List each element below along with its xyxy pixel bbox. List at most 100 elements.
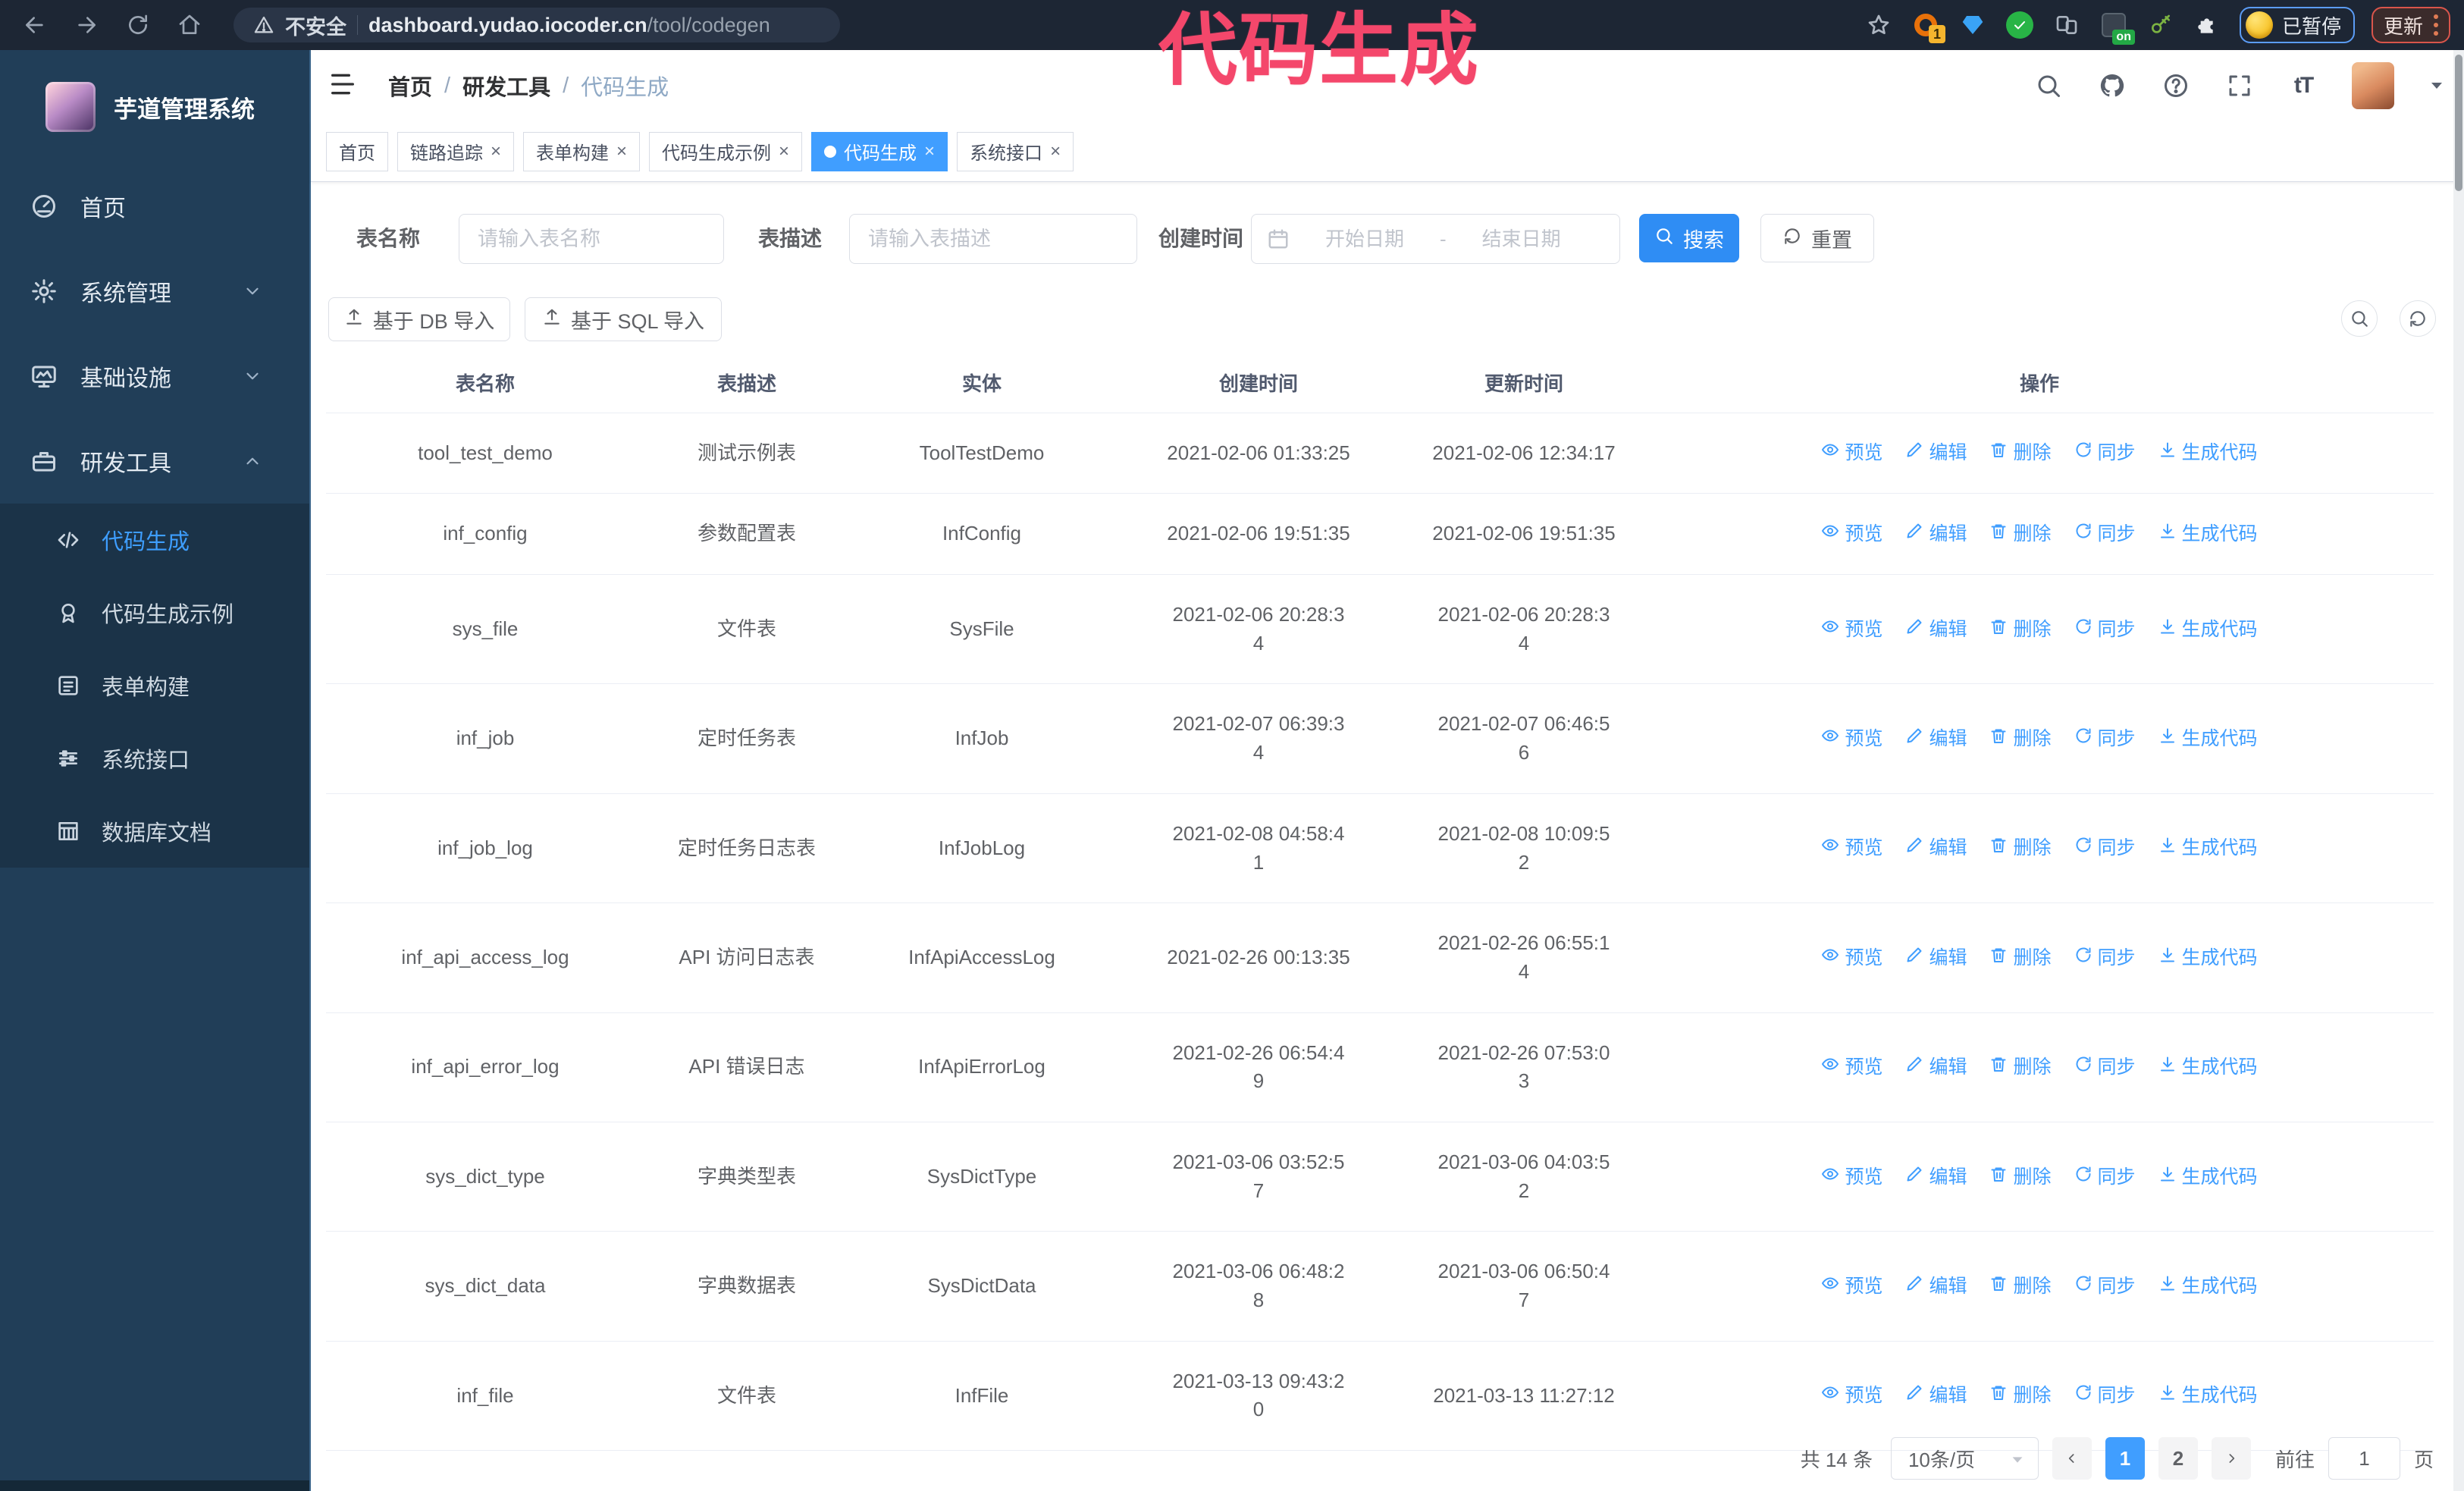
github-icon[interactable] [2097,71,2127,101]
tab-close-icon[interactable]: × [924,142,935,161]
action-generate-code-link[interactable]: 生成代码 [2158,520,2258,548]
action-edit-link[interactable]: 编辑 [1905,1273,1967,1300]
action-delete-link[interactable]: 删除 [1989,1163,2052,1191]
page-size-select[interactable]: 10条/页 [1890,1437,2039,1480]
hamburger-icon[interactable] [328,69,361,102]
date-start-input[interactable] [1300,227,1429,251]
action-generate-code-link[interactable]: 生成代码 [2158,1053,2258,1081]
breadcrumb-item[interactable]: 首页 [388,70,432,102]
action-preview-link[interactable]: 预览 [1821,944,1882,972]
action-preview-link[interactable]: 预览 [1821,1382,1882,1409]
avatar-caret-down-icon[interactable] [2428,77,2446,95]
action-generate-code-link[interactable]: 生成代码 [2158,1382,2258,1409]
action-edit-link[interactable]: 编辑 [1905,520,1967,548]
goto-page-input[interactable] [2328,1437,2400,1480]
tab-close-icon[interactable]: × [779,142,789,161]
user-avatar[interactable] [2352,62,2394,109]
action-edit-link[interactable]: 编辑 [1905,944,1967,972]
browser-update-button[interactable]: 更新 [2371,7,2450,43]
search-icon[interactable] [2033,71,2064,101]
action-delete-link[interactable]: 删除 [1989,520,2052,548]
action-edit-link[interactable]: 编辑 [1905,1382,1967,1409]
action-sync-link[interactable]: 同步 [2074,1053,2136,1081]
tab-首页[interactable]: 首页 [326,131,388,171]
tab-链路追踪[interactable]: 链路追踪 × [397,131,515,171]
import-db-button[interactable]: 基于 DB 导入 [328,297,510,341]
browser-home-icon[interactable] [173,8,206,42]
bookmark-star-icon[interactable] [1864,10,1894,40]
action-sync-link[interactable]: 同步 [2074,1163,2136,1191]
sidebar-item-system-api[interactable]: 系统接口 [0,722,309,795]
action-sync-link[interactable]: 同步 [2074,944,2136,972]
action-edit-link[interactable]: 编辑 [1905,439,1967,466]
sidebar-logo-row[interactable]: 芋道管理系统 [0,50,309,164]
action-delete-link[interactable]: 删除 [1989,439,2052,466]
sidebar-item-code-generation-example[interactable]: 代码生成示例 [0,576,309,649]
breadcrumb-item[interactable]: 研发工具 [462,70,550,102]
action-sync-link[interactable]: 同步 [2074,834,2136,862]
scrollbar-thumb[interactable] [2455,55,2462,191]
action-delete-link[interactable]: 删除 [1989,616,2052,643]
search-button[interactable]: 搜索 [1639,214,1739,262]
extensions-puzzle-icon[interactable] [2193,10,2223,40]
extension-key-icon[interactable] [2146,10,2176,40]
action-edit-link[interactable]: 编辑 [1905,1163,1967,1191]
extension-switch-icon[interactable]: on [2099,10,2135,45]
action-edit-link[interactable]: 编辑 [1905,616,1967,643]
action-sync-link[interactable]: 同步 [2074,725,2136,752]
reset-button[interactable]: 重置 [1760,214,1874,262]
action-generate-code-link[interactable]: 生成代码 [2158,616,2258,643]
security-warning-icon[interactable] [253,14,274,36]
action-delete-link[interactable]: 删除 [1989,1273,2052,1300]
page-number-1[interactable]: 1 [2105,1437,2145,1480]
sidebar-item-dev-tools[interactable]: 研发工具 [0,419,309,504]
extension-gem-icon[interactable] [1958,10,1988,40]
table-name-input[interactable] [459,214,724,264]
import-sql-button[interactable]: 基于 SQL 导入 [525,297,722,341]
page-scrollbar[interactable] [2453,50,2464,1491]
action-sync-link[interactable]: 同步 [2074,1382,2136,1409]
action-generate-code-link[interactable]: 生成代码 [2158,1163,2258,1191]
table-desc-input[interactable] [849,214,1137,264]
action-generate-code-link[interactable]: 生成代码 [2158,725,2258,752]
help-icon[interactable] [2161,71,2191,101]
action-sync-link[interactable]: 同步 [2074,616,2136,643]
action-edit-link[interactable]: 编辑 [1905,725,1967,752]
sidebar-item-system-management[interactable]: 系统管理 [0,249,309,334]
action-preview-link[interactable]: 预览 [1821,725,1882,752]
action-generate-code-link[interactable]: 生成代码 [2158,1273,2258,1300]
extension-orange-icon[interactable]: 1 [1911,10,1945,43]
fullscreen-icon[interactable] [2224,71,2255,101]
action-generate-code-link[interactable]: 生成代码 [2158,944,2258,972]
sidebar-item-form-builder[interactable]: 表单构建 [0,649,309,722]
sidebar-item-database-doc[interactable]: 数据库文档 [0,795,309,868]
action-edit-link[interactable]: 编辑 [1905,1053,1967,1081]
action-preview-link[interactable]: 预览 [1821,834,1882,862]
tab-close-icon[interactable]: × [1050,142,1061,161]
extension-cards-icon[interactable] [2052,10,2082,40]
action-preview-link[interactable]: 预览 [1821,1273,1882,1300]
tab-close-icon[interactable]: × [616,142,627,161]
tab-close-icon[interactable]: × [491,142,501,161]
action-preview-link[interactable]: 预览 [1821,439,1882,466]
tab-表单构建[interactable]: 表单构建 × [523,131,641,171]
toggle-search-button[interactable] [2341,300,2378,337]
action-delete-link[interactable]: 删除 [1989,834,2052,862]
refresh-table-button[interactable] [2400,300,2436,337]
action-delete-link[interactable]: 删除 [1989,1382,2052,1409]
tab-代码生成[interactable]: 代码生成 × [811,131,948,171]
page-number-2[interactable]: 2 [2158,1437,2198,1480]
tab-代码生成示例[interactable]: 代码生成示例 × [649,131,803,171]
action-generate-code-link[interactable]: 生成代码 [2158,439,2258,466]
sidebar-item-code-generation[interactable]: 代码生成 [0,504,309,576]
action-edit-link[interactable]: 编辑 [1905,834,1967,862]
tab-系统接口[interactable]: 系统接口 × [957,131,1074,171]
action-delete-link[interactable]: 删除 [1989,944,2052,972]
sidebar-item-infrastructure[interactable]: 基础设施 [0,334,309,419]
action-preview-link[interactable]: 预览 [1821,520,1882,548]
action-generate-code-link[interactable]: 生成代码 [2158,834,2258,862]
browser-profile-chip[interactable]: 已暂停 [2239,7,2355,43]
action-delete-link[interactable]: 删除 [1989,1053,2052,1081]
action-sync-link[interactable]: 同步 [2074,1273,2136,1300]
date-range-picker[interactable]: - [1251,214,1620,264]
